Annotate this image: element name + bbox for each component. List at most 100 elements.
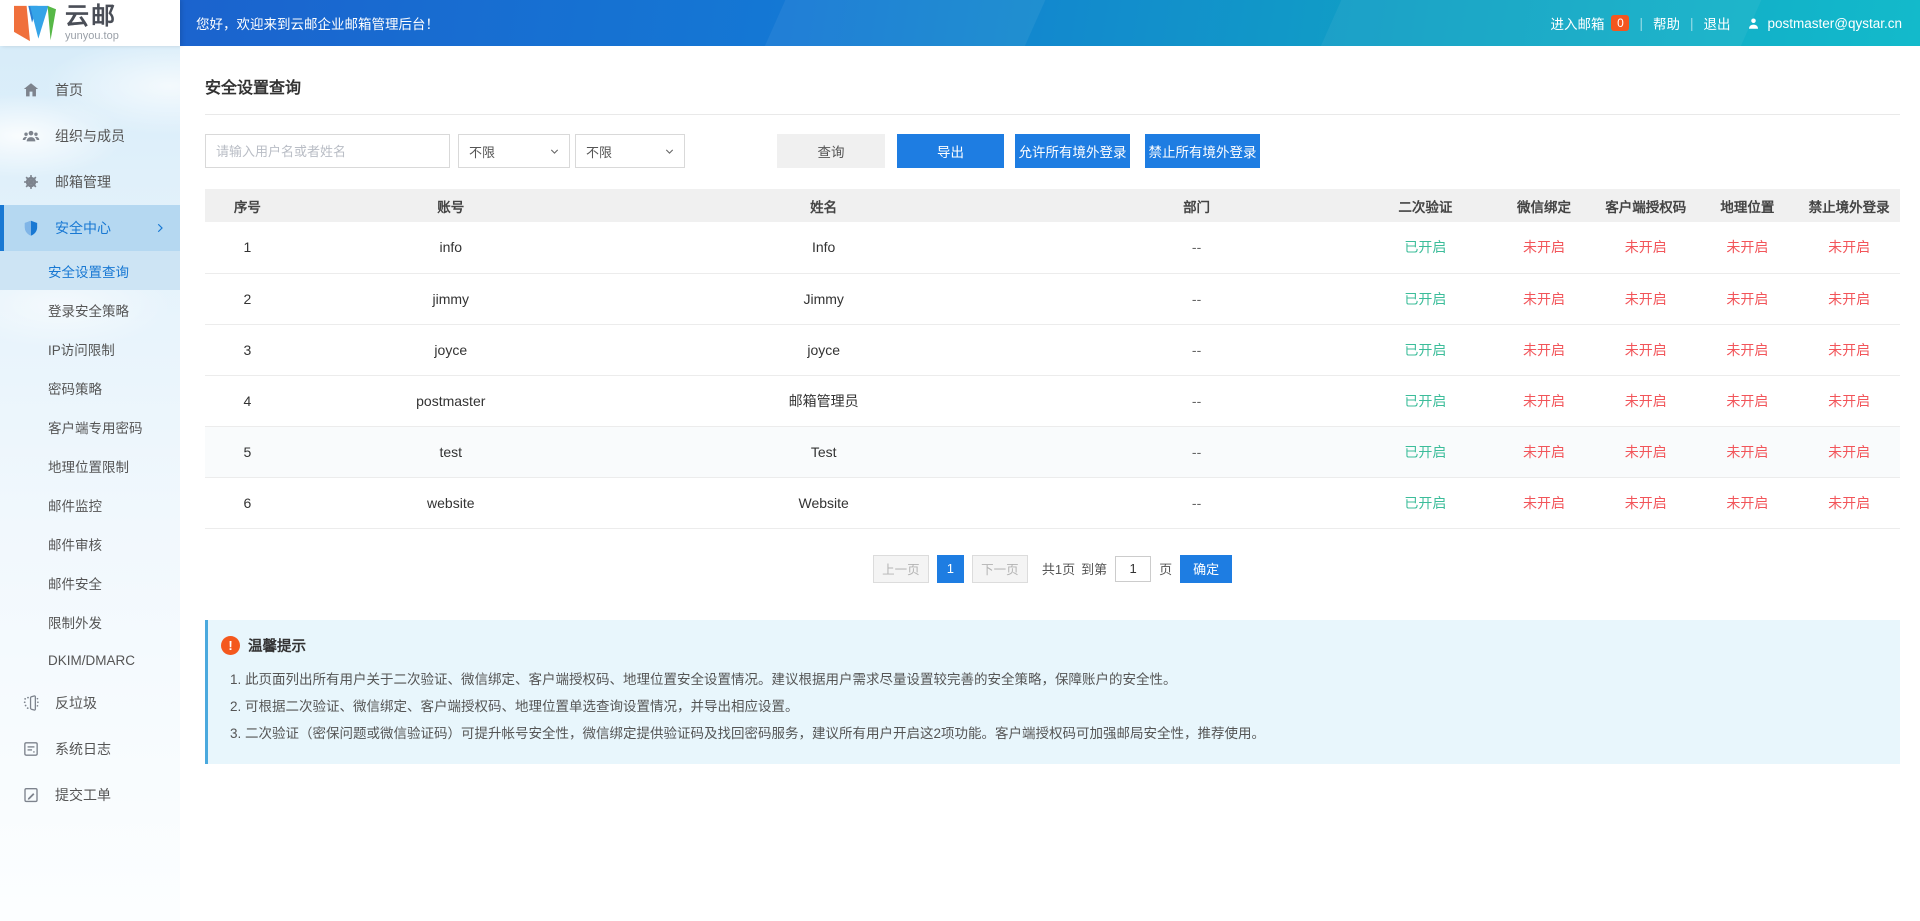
log-icon	[22, 740, 40, 758]
cell-geo: 未开启	[1697, 477, 1799, 528]
sidebar-subitem[interactable]: 安全设置查询	[0, 251, 180, 290]
brand-logo[interactable]: 云邮 yunyou.top	[0, 0, 180, 46]
sidebar-item-label: 提交工单	[55, 785, 111, 805]
brand-logo-icon	[14, 5, 56, 42]
allow-all-foreign-login-button[interactable]: 允许所有境外登录	[1015, 134, 1130, 168]
main-content: 安全设置查询 不限 不限 查询 导出 允许所有境外登录 禁止所有境外登录 序号账…	[180, 46, 1920, 921]
shield-icon	[22, 219, 40, 237]
cell-name: Jimmy	[612, 273, 1036, 324]
cell-name: Info	[612, 222, 1036, 273]
prev-page-button[interactable]: 上一页	[873, 555, 929, 583]
sidebar-item[interactable]: 邮箱管理	[0, 159, 180, 205]
goto-page-input[interactable]	[1115, 556, 1151, 582]
cell-account: test	[290, 426, 612, 477]
cell-deny: 未开启	[1798, 426, 1900, 477]
cell-account: website	[290, 477, 612, 528]
page-title: 安全设置查询	[205, 46, 1900, 115]
separator: |	[1639, 16, 1643, 31]
gear-icon	[22, 173, 40, 191]
table-header-cell: 地理位置	[1697, 189, 1799, 222]
cell-client: 未开启	[1595, 477, 1697, 528]
sidebar-item[interactable]: 首页	[0, 67, 180, 113]
welcome-text: 您好，欢迎来到云邮企业邮箱管理后台！	[196, 13, 439, 33]
filter-select-1[interactable]: 不限	[458, 134, 570, 168]
query-button[interactable]: 查询	[777, 134, 885, 168]
cell-no: 2	[205, 273, 290, 324]
sidebar-subitem[interactable]: 登录安全策略	[0, 290, 180, 329]
separator: |	[1690, 16, 1694, 31]
table-row: 3joycejoyce--已开启未开启未开启未开启未开启	[205, 324, 1900, 375]
sidebar-item[interactable]: 提交工单	[0, 772, 180, 818]
cell-no: 4	[205, 375, 290, 426]
cell-geo: 未开启	[1697, 324, 1799, 375]
sidebar-subitem[interactable]: 邮件审核	[0, 524, 180, 563]
cell-dept: --	[1036, 273, 1358, 324]
cell-account: jimmy	[290, 273, 612, 324]
cell-dept: --	[1036, 426, 1358, 477]
sidebar: 首页 组织与成员 邮箱管理 安全中心 安全设置查询登录安全策略IP访问限制密码策…	[0, 46, 180, 921]
sidebar-subitem[interactable]: 邮件安全	[0, 563, 180, 602]
next-page-button[interactable]: 下一页	[972, 555, 1028, 583]
sidebar-item-label: 组织与成员	[55, 126, 125, 146]
total-pages-text: 共1页	[1042, 559, 1075, 578]
help-link[interactable]: 帮助	[1653, 13, 1680, 33]
sidebar-subitem[interactable]: 地理位置限制	[0, 446, 180, 485]
chevron-down-icon	[664, 146, 675, 157]
account-menu[interactable]: postmaster@qystar.cn	[1746, 16, 1902, 31]
cell-wechat: 未开启	[1493, 273, 1595, 324]
pagination: 上一页 1 下一页 共1页 到第 页 确定	[205, 555, 1900, 583]
cell-account: info	[290, 222, 612, 273]
sidebar-item-label: 系统日志	[55, 739, 111, 759]
filter-select-2[interactable]: 不限	[575, 134, 685, 168]
brand-name: 云邮	[65, 5, 119, 29]
cell-geo: 未开启	[1697, 273, 1799, 324]
sidebar-subitem[interactable]: 密码策略	[0, 368, 180, 407]
sidebar-item[interactable]: 系统日志	[0, 726, 180, 772]
mailbox-badge: 0	[1611, 15, 1629, 31]
cell-client: 未开启	[1595, 375, 1697, 426]
security-submenu: 安全设置查询登录安全策略IP访问限制密码策略客户端专用密码地理位置限制邮件监控邮…	[0, 251, 180, 680]
cell-geo: 未开启	[1697, 375, 1799, 426]
goto-suffix-text: 页	[1159, 559, 1172, 578]
ticket-icon	[22, 786, 40, 804]
table-header-cell: 微信绑定	[1493, 189, 1595, 222]
notice-line: 2. 可根据二次验证、微信绑定、客户端授权码、地理位置单选查询设置情况，并导出相…	[230, 693, 1880, 720]
sidebar-subitem[interactable]: 限制外发	[0, 602, 180, 641]
sidebar-item-label: 首页	[55, 80, 83, 100]
sidebar-subitem[interactable]: 客户端专用密码	[0, 407, 180, 446]
sidebar-item[interactable]: 安全中心	[0, 205, 180, 251]
cell-deny: 未开启	[1798, 375, 1900, 426]
sidebar-item[interactable]: 反垃圾	[0, 680, 180, 726]
logout-link[interactable]: 退出	[1703, 13, 1730, 33]
export-button[interactable]: 导出	[897, 134, 1004, 168]
brand-domain: yunyou.top	[65, 31, 119, 42]
sidebar-item[interactable]: 组织与成员	[0, 113, 180, 159]
security-settings-table: 序号账号姓名部门二次验证微信绑定客户端授权码地理位置禁止境外登录 1infoIn…	[205, 189, 1900, 529]
table-row: 4postmaster邮箱管理员--已开启未开启未开启未开启未开启	[205, 375, 1900, 426]
sidebar-subitem[interactable]: 邮件监控	[0, 485, 180, 524]
table-header-cell: 姓名	[612, 189, 1036, 222]
cell-account: joyce	[290, 324, 612, 375]
cell-no: 1	[205, 222, 290, 273]
table-row: 5testTest--已开启未开启未开启未开启未开启	[205, 426, 1900, 477]
cell-tfa: 已开启	[1358, 222, 1494, 273]
cell-dept: --	[1036, 375, 1358, 426]
sidebar-subitem[interactable]: DKIM/DMARC	[0, 641, 180, 680]
deny-all-foreign-login-button[interactable]: 禁止所有境外登录	[1145, 134, 1260, 168]
antispam-icon	[22, 694, 40, 712]
table-header-cell: 序号	[205, 189, 290, 222]
cell-tfa: 已开启	[1358, 324, 1494, 375]
cell-wechat: 未开启	[1493, 477, 1595, 528]
search-input[interactable]	[205, 134, 450, 168]
sidebar-subitem[interactable]: IP访问限制	[0, 329, 180, 368]
notice-line: 3. 二次验证（密保问题或微信验证码）可提升帐号安全性，微信绑定提供验证码及找回…	[230, 720, 1880, 747]
goto-confirm-button[interactable]: 确定	[1180, 555, 1232, 583]
table-header-row: 序号账号姓名部门二次验证微信绑定客户端授权码地理位置禁止境外登录	[205, 189, 1900, 222]
current-page-button[interactable]: 1	[937, 555, 964, 583]
cell-no: 6	[205, 477, 290, 528]
cell-wechat: 未开启	[1493, 222, 1595, 273]
table-header-cell: 禁止境外登录	[1798, 189, 1900, 222]
goto-prefix-text: 到第	[1081, 559, 1107, 578]
home-icon	[22, 81, 40, 99]
enter-mailbox-link[interactable]: 进入邮箱	[1550, 13, 1604, 33]
